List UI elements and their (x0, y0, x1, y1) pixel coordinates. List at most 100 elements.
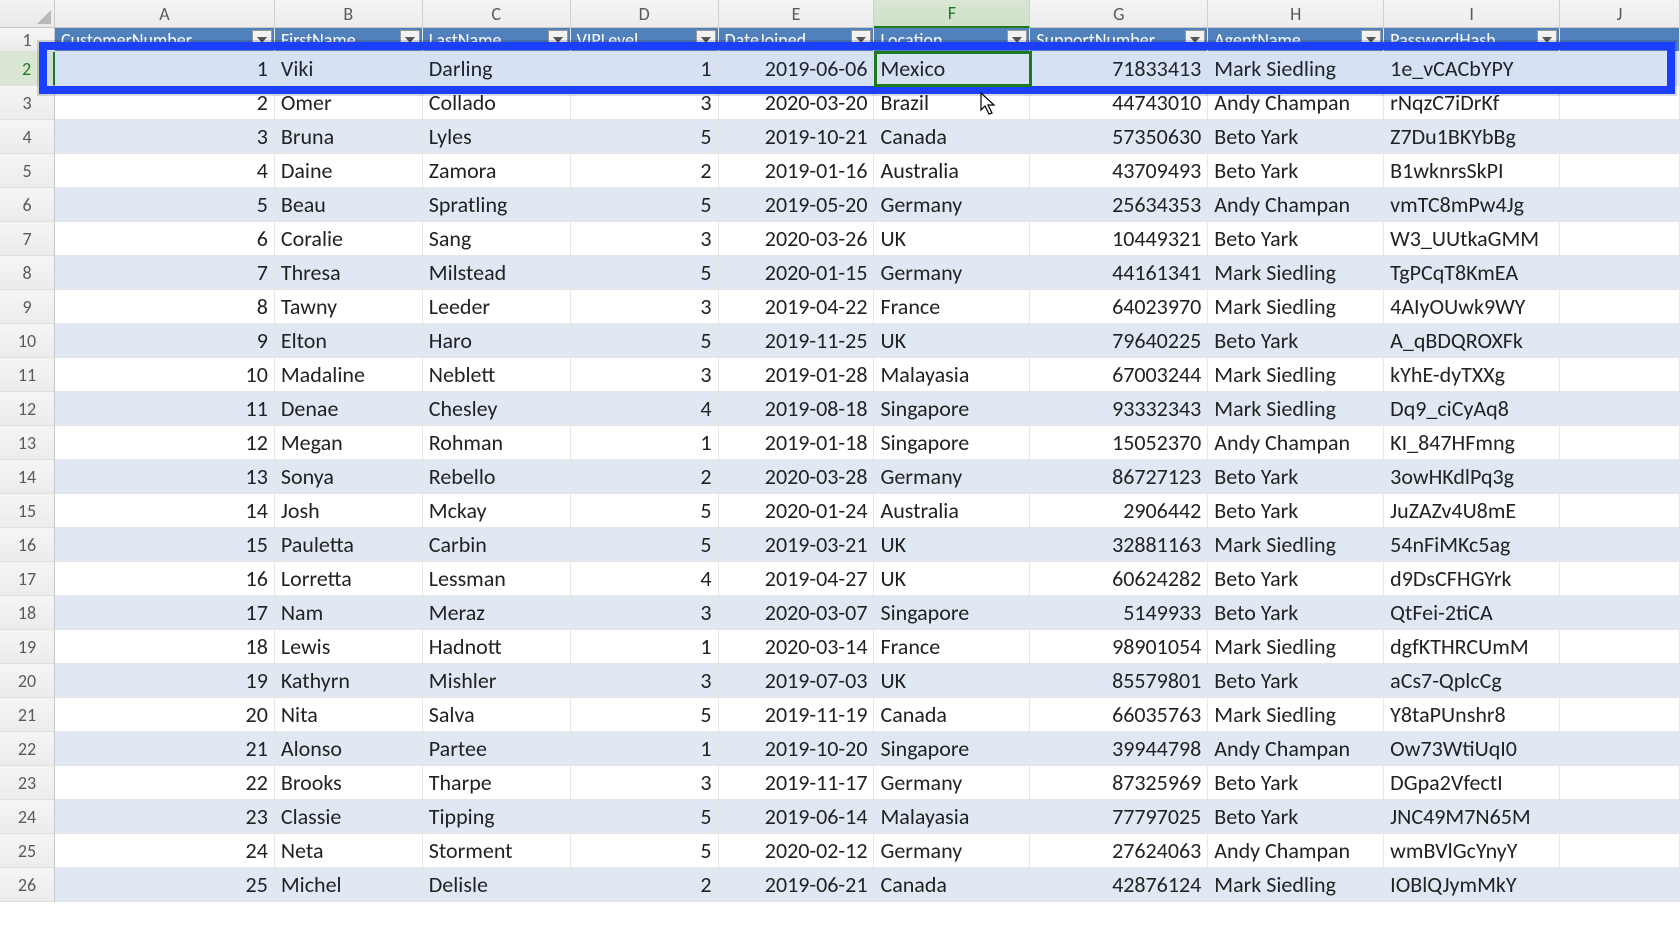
column-header-J[interactable]: J (1560, 0, 1680, 28)
cell[interactable]: 42876124 (1030, 868, 1208, 902)
cell[interactable]: 44743010 (1030, 86, 1208, 120)
cell[interactable]: 7 (55, 256, 275, 290)
cell[interactable]: Germany (874, 460, 1030, 494)
row-header-6[interactable]: 6 (0, 188, 55, 222)
cell[interactable]: 2019-06-14 (719, 800, 875, 834)
row-header-25[interactable]: 25 (0, 834, 55, 868)
cell[interactable]: 15 (55, 528, 275, 562)
cell[interactable]: 2019-11-19 (719, 698, 875, 732)
cell[interactable]: 2020-03-20 (719, 86, 875, 120)
row-header-17[interactable]: 17 (0, 562, 55, 596)
filter-button[interactable] (1185, 30, 1205, 50)
row-header-7[interactable]: 7 (0, 222, 55, 256)
cell[interactable] (1560, 664, 1680, 698)
cell[interactable]: Alonso (275, 732, 423, 766)
cell[interactable]: Partee (423, 732, 571, 766)
cell[interactable] (1560, 732, 1680, 766)
cell[interactable]: 3 (55, 120, 275, 154)
cell[interactable]: kYhE-dyTXXg (1384, 358, 1560, 392)
cell[interactable]: 27624063 (1030, 834, 1208, 868)
cell[interactable]: France (874, 290, 1030, 324)
cell[interactable]: 15052370 (1030, 426, 1208, 460)
cell[interactable]: 18 (55, 630, 275, 664)
cell[interactable] (1560, 698, 1680, 732)
cell[interactable]: 2019-11-17 (719, 766, 875, 800)
cell[interactable]: 2906442 (1030, 494, 1208, 528)
cell[interactable]: 4 (55, 154, 275, 188)
cell[interactable]: 2019-06-21 (719, 868, 875, 902)
header-cell[interactable]: LastName (423, 28, 571, 52)
cell[interactable]: Michel (275, 868, 423, 902)
cell[interactable]: 2019-01-18 (719, 426, 875, 460)
cell[interactable]: Germany (874, 766, 1030, 800)
cell[interactable]: Mark Siedling (1208, 358, 1384, 392)
cell[interactable] (1560, 766, 1680, 800)
cell[interactable]: 25634353 (1030, 188, 1208, 222)
cell[interactable]: 3 (571, 596, 719, 630)
cell[interactable]: 1 (571, 426, 719, 460)
cell[interactable] (1560, 562, 1680, 596)
row-header-11[interactable]: 11 (0, 358, 55, 392)
cell[interactable]: Mark Siedling (1208, 528, 1384, 562)
cell[interactable] (1560, 800, 1680, 834)
cell[interactable]: 9 (55, 324, 275, 358)
cell[interactable]: 3 (571, 766, 719, 800)
cell[interactable]: 2019-03-21 (719, 528, 875, 562)
cell[interactable]: Canada (874, 120, 1030, 154)
cell[interactable]: Tharpe (423, 766, 571, 800)
row-header-4[interactable]: 4 (0, 120, 55, 154)
cell[interactable]: d9DsCFHGYrk (1384, 562, 1560, 596)
cell[interactable]: 10449321 (1030, 222, 1208, 256)
cell[interactable]: 66035763 (1030, 698, 1208, 732)
row-header-13[interactable]: 13 (0, 426, 55, 460)
cell[interactable]: Denae (275, 392, 423, 426)
cell[interactable]: rNqzC7iDrKf (1384, 86, 1560, 120)
cell[interactable] (1560, 630, 1680, 664)
cell[interactable]: 5 (571, 698, 719, 732)
cell[interactable]: 22 (55, 766, 275, 800)
cell[interactable]: 3 (571, 290, 719, 324)
cell[interactable]: Sang (423, 222, 571, 256)
cell[interactable]: 2019-10-20 (719, 732, 875, 766)
cell[interactable]: 2019-04-22 (719, 290, 875, 324)
cell[interactable]: aCs7-QplcCg (1384, 664, 1560, 698)
cell[interactable]: Collado (423, 86, 571, 120)
cell[interactable]: UK (874, 528, 1030, 562)
cell[interactable]: Neblett (423, 358, 571, 392)
cell[interactable]: Classie (275, 800, 423, 834)
cell[interactable]: 21 (55, 732, 275, 766)
filter-button[interactable] (1537, 30, 1557, 50)
cell[interactable]: vmTC8mPw4Jg (1384, 188, 1560, 222)
cell[interactable]: Hadnott (423, 630, 571, 664)
row-header-19[interactable]: 19 (0, 630, 55, 664)
cell[interactable]: Singapore (874, 732, 1030, 766)
row-header-20[interactable]: 20 (0, 664, 55, 698)
cell[interactable]: Rohman (423, 426, 571, 460)
cell[interactable]: Singapore (874, 596, 1030, 630)
cell[interactable]: JNC49M7N65M (1384, 800, 1560, 834)
cell[interactable] (1560, 460, 1680, 494)
cell[interactable]: 12 (55, 426, 275, 460)
row-header-9[interactable]: 9 (0, 290, 55, 324)
cell[interactable]: Madaline (275, 358, 423, 392)
cell[interactable]: 39944798 (1030, 732, 1208, 766)
cell[interactable]: 2020-02-12 (719, 834, 875, 868)
cell[interactable]: Meraz (423, 596, 571, 630)
cell[interactable]: Lewis (275, 630, 423, 664)
cell[interactable]: Darling (423, 52, 571, 86)
cell[interactable]: Elton (275, 324, 423, 358)
cell[interactable]: 2019-11-25 (719, 324, 875, 358)
cell[interactable] (1560, 358, 1680, 392)
column-header-A[interactable]: A (55, 0, 275, 28)
cell[interactable] (1560, 868, 1680, 902)
cell[interactable]: 87325969 (1030, 766, 1208, 800)
filter-button[interactable] (1361, 30, 1381, 50)
cell[interactable]: Carbin (423, 528, 571, 562)
cell[interactable]: 54nFiMKc5ag (1384, 528, 1560, 562)
cell[interactable]: Andy Champan (1208, 426, 1384, 460)
header-cell[interactable]: Location (874, 28, 1030, 52)
cell[interactable]: 67003244 (1030, 358, 1208, 392)
filter-button[interactable] (548, 30, 568, 50)
filter-button[interactable] (851, 30, 871, 50)
cell[interactable]: Germany (874, 188, 1030, 222)
